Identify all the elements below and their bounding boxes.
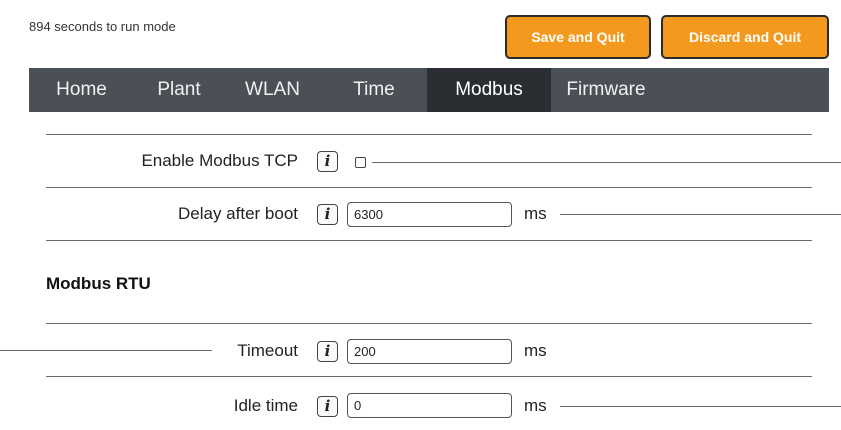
row-leader-line — [560, 214, 841, 215]
info-icon[interactable]: i — [317, 341, 338, 362]
row-leader-line — [560, 406, 841, 407]
timeout-unit: ms — [524, 341, 547, 360]
info-icon[interactable]: i — [317, 151, 338, 172]
tab-modbus[interactable]: Modbus — [427, 68, 551, 112]
idle-time-label: Idle time — [233, 396, 298, 415]
idle-time-unit: ms — [524, 396, 547, 415]
tab-firmware[interactable]: Firmware — [551, 68, 661, 112]
main-nav: Home Plant WLAN Time Modbus Firmware — [29, 68, 829, 112]
discard-and-quit-button[interactable]: Discard and Quit — [661, 15, 829, 59]
info-icon[interactable]: i — [317, 204, 338, 225]
info-icon[interactable]: i — [317, 396, 338, 417]
tab-plant[interactable]: Plant — [134, 68, 224, 112]
run-mode-countdown: 894 seconds to run mode — [29, 19, 176, 34]
delay-unit: ms — [524, 204, 547, 223]
tab-wlan[interactable]: WLAN — [224, 68, 321, 112]
timeout-label: Timeout — [237, 341, 298, 360]
row-divider — [46, 134, 812, 135]
tab-home[interactable]: Home — [29, 68, 134, 112]
row-divider — [46, 187, 812, 188]
row-divider — [46, 376, 812, 377]
enable-modbus-tcp-label: Enable Modbus TCP — [141, 151, 298, 170]
row-leader-line — [372, 162, 841, 163]
row-divider — [46, 323, 812, 324]
enable-modbus-tcp-checkbox[interactable] — [355, 157, 366, 168]
delay-after-boot-label: Delay after boot — [177, 204, 298, 223]
tab-time[interactable]: Time — [321, 68, 427, 112]
save-and-quit-button[interactable]: Save and Quit — [505, 15, 651, 59]
delay-after-boot-input[interactable] — [347, 202, 512, 227]
modbus-rtu-heading: Modbus RTU — [46, 274, 151, 293]
timeout-input[interactable] — [347, 339, 512, 364]
row-divider — [46, 240, 812, 241]
idle-time-input[interactable] — [347, 393, 512, 418]
